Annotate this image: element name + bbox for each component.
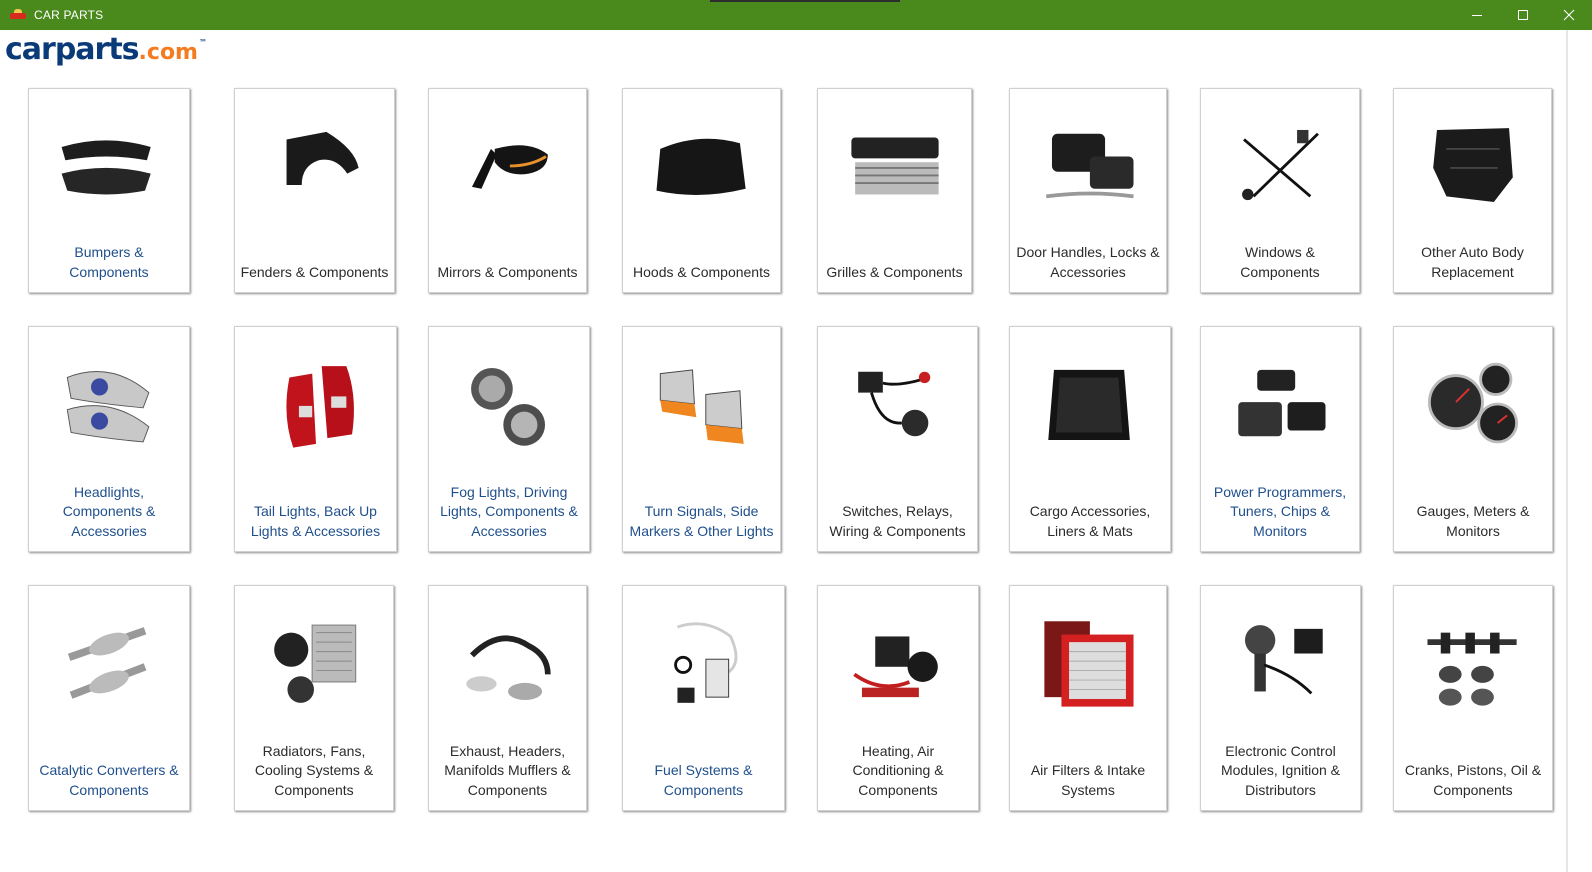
category-label: Headlights, Components & Accessories [62,483,156,539]
category-card[interactable]: Cranks, Pistons, Oil & Components [1393,585,1553,811]
category-label: Electronic Control Modules, Ignition & D… [1220,742,1341,798]
category-card[interactable]: Cargo Accessories, Liners & Mats [1009,326,1171,552]
category-card[interactable]: Radiators, Fans, Cooling Systems & Compo… [234,585,394,811]
category-label: Exhaust, Headers, Manifolds Mufflers & C… [444,742,571,798]
category-label: Air Filters & Intake Systems [1030,762,1146,798]
fuel-pump-icon [673,622,737,703]
body-panel-icon [1432,128,1513,203]
grille-icon [850,137,939,195]
category-label: Catalytic Converters & Components [39,762,179,798]
category-card[interactable]: Mirrors & Components [428,88,587,293]
fender-icon [286,131,359,185]
category-grid: Bumpers & Components Fenders & Components… [0,0,1592,872]
distributor-icon [1244,625,1323,695]
category-label: Door Handles, Locks & Accessories [1016,244,1160,280]
category-card[interactable]: Fuel Systems & Components [622,585,785,811]
category-card[interactable]: Catalytic Converters & Components [28,585,190,811]
tail-light-icon [285,366,354,448]
category-label: Hoods & Components [633,263,770,280]
category-card[interactable]: Fenders & Components [234,88,395,293]
category-label: Tail Lights, Back Up Lights & Accessorie… [250,503,381,539]
category-label: Fuel Systems & Components [654,762,753,798]
category-label: Other Auto Body Replacement [1421,244,1524,280]
cargo-liner-icon [1048,369,1130,441]
headlight-icon [66,371,150,443]
category-label: Radiators, Fans, Cooling Systems & Compo… [254,742,374,798]
category-card[interactable]: Air Filters & Intake Systems [1009,585,1167,811]
bumper-icon [61,140,151,195]
crankshaft-icon [1427,632,1517,706]
category-card[interactable]: Tail Lights, Back Up Lights & Accessorie… [234,326,397,552]
turn-signal-icon [659,369,744,444]
category-label: Fog Lights, Driving Lights, Components &… [440,483,578,539]
fog-light-icon [471,367,546,446]
category-label: Mirrors & Components [437,263,578,280]
category-label: Windows & Components [1240,244,1320,280]
catalytic-converter-icon [67,627,147,699]
category-label: Cranks, Pistons, Oil & Components [1404,762,1542,798]
category-label: Power Programmers, Tuners, Chips & Monit… [1213,483,1347,539]
category-card[interactable]: Bumpers & Components [28,88,190,293]
category-card[interactable]: Power Programmers, Tuners, Chips & Monit… [1200,326,1360,552]
gauge-icon [1427,362,1519,444]
category-label: Cargo Accessories, Liners & Mats [1029,503,1151,539]
category-label: Heating, Air Conditioning & Components [852,742,944,798]
category-card[interactable]: Turn Signals, Side Markers & Other Light… [622,326,781,552]
radiator-icon [274,624,357,703]
category-card[interactable]: Other Auto Body Replacement [1393,88,1552,293]
programmer-icon [1238,369,1326,437]
category-card[interactable]: Exhaust, Headers, Manifolds Mufflers & C… [428,585,587,811]
category-label: Grilles & Components [826,263,963,280]
category-label: Turn Signals, Side Markers & Other Light… [629,503,774,539]
category-label: Bumpers & Components [69,244,149,280]
category-label: Fenders & Components [240,263,389,280]
category-card[interactable]: Headlights, Components & Accessories [28,326,190,552]
category-label: Gauges, Meters & Monitors [1416,503,1530,539]
category-card[interactable]: Fog Lights, Driving Lights, Components &… [428,326,590,552]
mirror-icon [471,145,548,189]
category-card[interactable]: Door Handles, Locks & Accessories [1009,88,1167,293]
category-card[interactable]: Hoods & Components [622,88,781,293]
category-card[interactable]: Grilles & Components [817,88,972,293]
category-card[interactable]: Switches, Relays, Wiring & Components [817,326,978,552]
door-handle-icon [1046,133,1134,199]
switch-wiring-icon [857,371,930,437]
category-card[interactable]: Electronic Control Modules, Ignition & D… [1200,585,1361,811]
category-card[interactable]: Gauges, Meters & Monitors [1393,326,1553,552]
hvac-icon [853,636,938,698]
category-label: Switches, Relays, Wiring & Components [829,503,966,539]
window-regulator-icon [1242,129,1319,201]
air-filter-icon [1044,621,1134,707]
category-card[interactable]: Windows & Components [1200,88,1360,293]
exhaust-icon [465,635,551,700]
hood-icon [655,138,746,195]
category-card[interactable]: Heating, Air Conditioning & Components [817,585,979,811]
